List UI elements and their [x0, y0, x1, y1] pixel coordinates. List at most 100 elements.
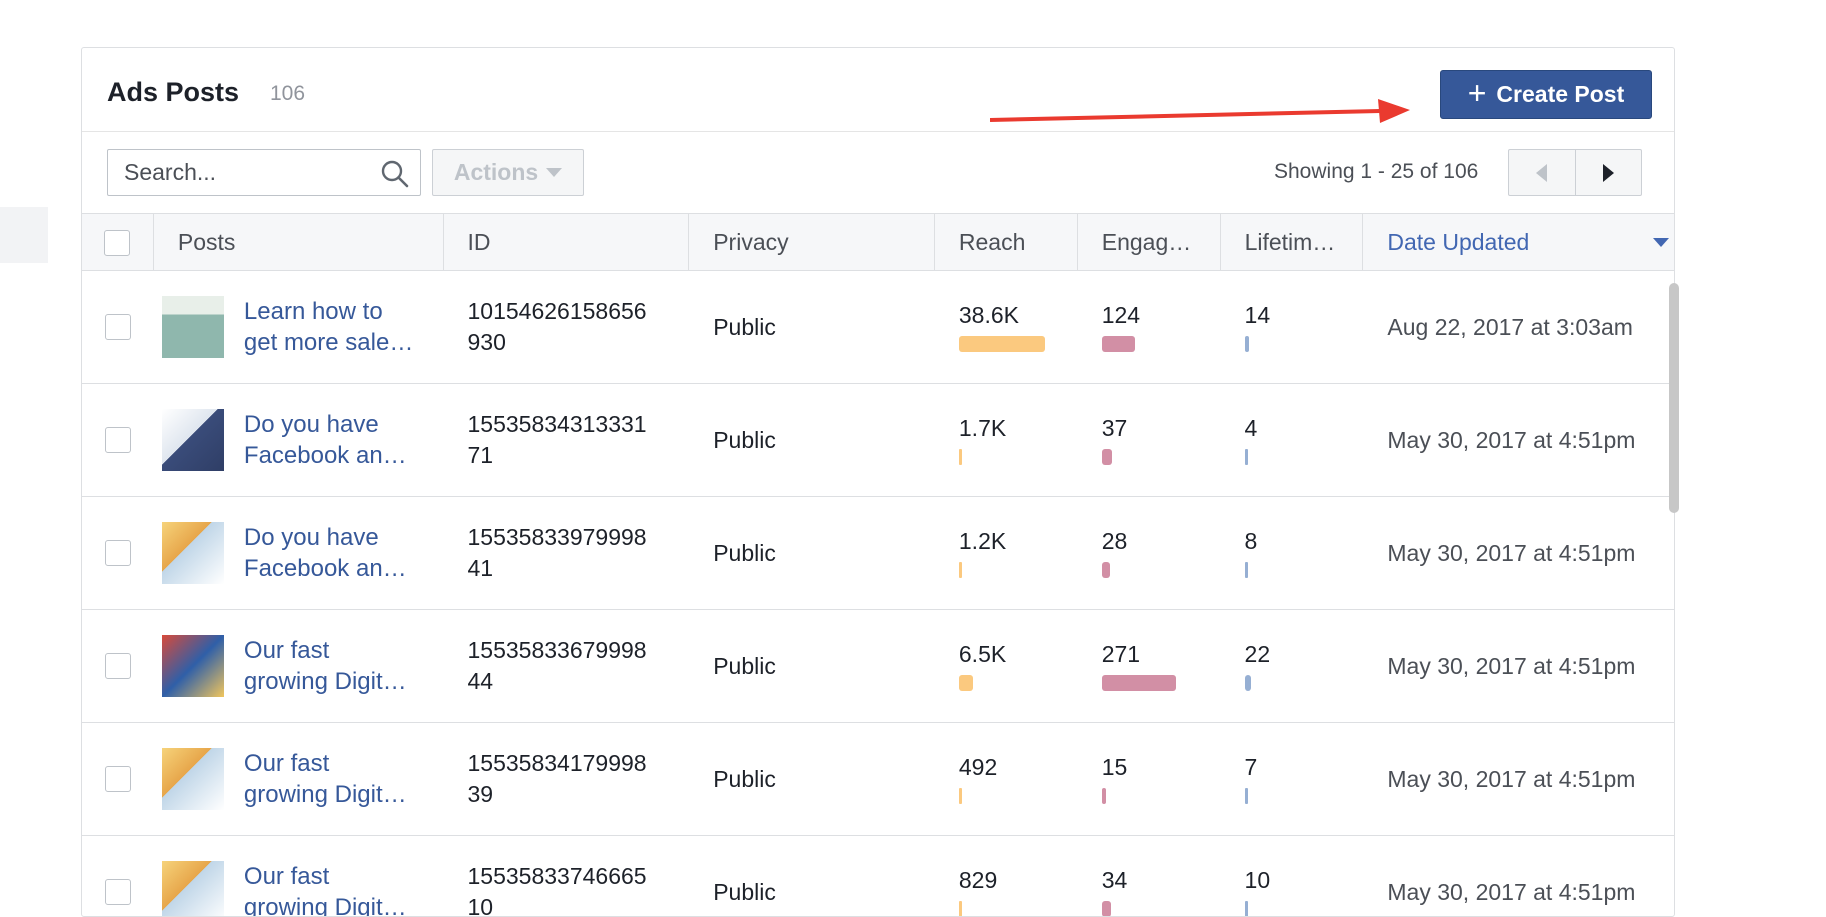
- row-checkbox[interactable]: [104, 427, 131, 453]
- table-row[interactable]: Do you have Facebook an… 15535834313331 …: [82, 384, 1674, 497]
- reach-value: 492: [958, 754, 998, 780]
- next-page-button[interactable]: [1576, 150, 1642, 195]
- engagement-value: 15: [1101, 754, 1128, 780]
- post-title-line: get more sale…: [243, 329, 414, 356]
- post-thumbnail[interactable]: [161, 522, 224, 584]
- reach-value: 829: [958, 867, 998, 893]
- engagement-bar: [1101, 901, 1111, 916]
- post-id-line: 15535833679998: [467, 637, 647, 663]
- post-title-link[interactable]: Our fast growing Digit…: [244, 748, 424, 810]
- post-cell: Our fast growing Digit…: [154, 723, 444, 835]
- lifetime-cell: 22: [1221, 610, 1364, 722]
- reach-cell: 492: [935, 723, 1078, 835]
- column-header-reach[interactable]: Reach: [935, 214, 1078, 271]
- post-title-link[interactable]: Do you have Facebook an…: [244, 522, 424, 584]
- search-box[interactable]: [107, 149, 421, 196]
- lifetime-value: 14: [1244, 302, 1271, 328]
- lifetime-cell: 14: [1221, 271, 1364, 383]
- table-row[interactable]: Our fast growing Digit… 15535833679998 4…: [82, 610, 1674, 723]
- date-updated-cell: May 30, 2017 at 4:51pm: [1387, 539, 1636, 566]
- create-post-button[interactable]: + Create Post: [1440, 70, 1652, 119]
- post-id-line: 39: [467, 781, 494, 807]
- post-title-line: growing Digit…: [243, 668, 407, 695]
- post-title-line: Do you have: [243, 524, 379, 551]
- left-sidebar-stub: [0, 207, 48, 263]
- lifetime-bar: [1244, 449, 1248, 465]
- chevron-right-icon: [1602, 163, 1614, 182]
- engagement-value: 28: [1101, 528, 1128, 554]
- post-id-line: 930: [467, 329, 506, 355]
- post-id-line: 41: [467, 555, 494, 581]
- post-thumbnail[interactable]: [161, 861, 224, 916]
- reach-bar: [958, 449, 962, 465]
- select-all-checkbox[interactable]: [104, 229, 131, 256]
- date-updated-cell: May 30, 2017 at 4:51pm: [1387, 765, 1636, 792]
- post-title-line: Our fast: [243, 637, 330, 664]
- post-cell: Our fast growing Digit…: [154, 610, 444, 722]
- post-id-line: 15535833746665: [467, 863, 647, 889]
- post-title-link[interactable]: Learn how to get more sale…: [244, 296, 424, 358]
- row-select-cell: [82, 836, 154, 916]
- lifetime-bar: [1244, 901, 1248, 916]
- date-updated-cell: May 30, 2017 at 4:51pm: [1387, 652, 1636, 679]
- table-body: Learn how to get more sale… 101546261586…: [82, 271, 1674, 916]
- column-header-posts[interactable]: Posts: [154, 214, 444, 271]
- column-header-privacy[interactable]: Privacy: [689, 214, 935, 271]
- post-thumbnail[interactable]: [161, 635, 224, 697]
- lifetime-bar: [1244, 336, 1249, 352]
- engagement-cell: 37: [1078, 384, 1221, 496]
- scrollbar-thumb[interactable]: [1669, 283, 1679, 513]
- select-all-cell: [82, 214, 154, 271]
- row-select-cell: [82, 610, 154, 722]
- engagement-cell: 124: [1078, 271, 1221, 383]
- post-id-cell: 15535834313331 71: [444, 384, 690, 496]
- reach-value: 38.6K: [958, 302, 1019, 328]
- previous-page-button[interactable]: [1509, 150, 1576, 195]
- column-header-id[interactable]: ID: [444, 214, 690, 271]
- row-checkbox[interactable]: [104, 540, 131, 566]
- reach-cell: 1.2K: [935, 497, 1078, 609]
- row-checkbox[interactable]: [104, 766, 131, 792]
- row-select-cell: [82, 384, 154, 496]
- table-row[interactable]: Our fast growing Digit… 15535833746665 1…: [82, 836, 1674, 916]
- actions-dropdown-button[interactable]: Actions: [432, 149, 584, 196]
- date-updated-cell: Aug 22, 2017 at 3:03am: [1387, 313, 1633, 340]
- post-title-link[interactable]: Do you have Facebook an…: [244, 409, 424, 471]
- table-row[interactable]: Do you have Facebook an… 15535833979998 …: [82, 497, 1674, 610]
- table-row[interactable]: Our fast growing Digit… 15535834179998 3…: [82, 723, 1674, 836]
- post-cell: Our fast growing Digit…: [154, 836, 444, 916]
- post-title-line: Our fast: [243, 863, 330, 890]
- row-checkbox[interactable]: [104, 653, 131, 679]
- post-thumbnail[interactable]: [161, 748, 224, 810]
- lifetime-value: 7: [1244, 754, 1258, 780]
- column-header-engagement[interactable]: Engag…: [1078, 214, 1221, 271]
- reach-cell: 6.5K: [935, 610, 1078, 722]
- create-post-label: Create Post: [1496, 81, 1625, 107]
- search-input[interactable]: [108, 150, 368, 195]
- post-thumbnail[interactable]: [161, 409, 224, 471]
- column-header-date-updated[interactable]: Date Updated: [1363, 214, 1674, 271]
- privacy-cell: Public: [713, 313, 776, 340]
- lifetime-bar: [1244, 562, 1248, 578]
- pagination-status: Showing 1 - 25 of 106: [1274, 160, 1479, 183]
- lifetime-cell: 7: [1221, 723, 1364, 835]
- post-title-link[interactable]: Our fast growing Digit…: [243, 861, 424, 916]
- reach-value: 1.2K: [958, 528, 1007, 554]
- post-thumbnail[interactable]: [161, 296, 224, 358]
- post-title-line: Facebook an…: [243, 555, 407, 582]
- reach-bar: [958, 336, 1045, 352]
- sort-descending-icon[interactable]: [1653, 238, 1669, 247]
- table-row[interactable]: Learn how to get more sale… 101546261586…: [82, 271, 1674, 384]
- post-id-line: 44: [467, 668, 494, 694]
- engagement-value: 34: [1101, 867, 1128, 893]
- reach-value: 1.7K: [958, 415, 1007, 441]
- engagement-bar: [1101, 449, 1112, 465]
- search-icon[interactable]: [380, 159, 410, 189]
- plus-icon: +: [1467, 75, 1487, 111]
- page-title: Ads Posts: [107, 77, 240, 107]
- post-title-link[interactable]: Our fast growing Digit…: [244, 635, 424, 697]
- privacy-cell: Public: [713, 878, 776, 905]
- row-checkbox[interactable]: [104, 314, 131, 340]
- row-checkbox[interactable]: [104, 879, 131, 905]
- column-header-lifetime[interactable]: Lifetim…: [1221, 214, 1364, 271]
